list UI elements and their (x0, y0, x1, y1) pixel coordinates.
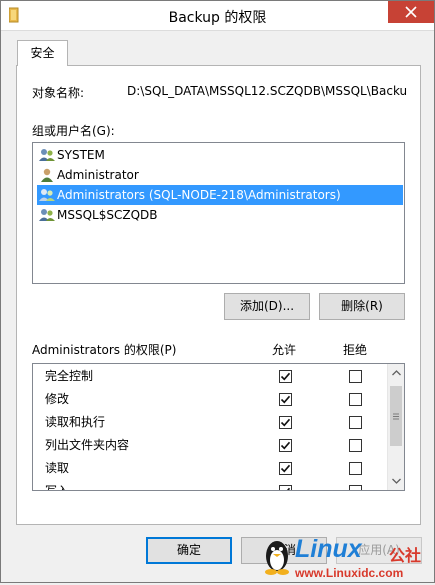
deny-checkbox[interactable] (349, 393, 362, 406)
watermark-url: www.Linuxidc.com (295, 566, 404, 580)
deny-checkbox[interactable] (349, 370, 362, 383)
allow-checkbox[interactable] (279, 416, 292, 429)
list-item-selected[interactable]: Administrators (SQL-NODE-218\Administrat… (37, 185, 403, 205)
user-icon (41, 168, 53, 182)
user-group-icon (39, 149, 55, 161)
title-bar[interactable]: Backup 的权限 (1, 1, 434, 31)
list-item[interactable]: Administrator (37, 165, 403, 185)
permission-row: 修改 (33, 388, 387, 411)
permission-row: 读取和执行 (33, 411, 387, 434)
deny-checkbox[interactable] (349, 416, 362, 429)
user-group-icon (39, 209, 55, 221)
permission-name: 写入 (45, 484, 70, 491)
permissions-list: 完全控制 修改 读取和执行 列出文件夹内容 读取 写入 (32, 363, 405, 491)
permission-name: 修改 (45, 392, 70, 406)
permissions-label: Administrators 的权限(P) (32, 343, 177, 357)
watermark-brand: Linux (295, 535, 362, 563)
scroll-thumb[interactable] (390, 386, 402, 446)
user-group-icon (39, 189, 55, 201)
permission-row: 读取 (33, 457, 387, 480)
allow-checkbox[interactable] (279, 485, 292, 490)
watermark-logo: Linux 公社 www.Linuxidc.com (259, 534, 434, 582)
permission-name: 读取 (45, 461, 70, 475)
list-item[interactable]: MSSQL$SCZQDB (37, 205, 403, 225)
list-item-label: SYSTEM (57, 148, 105, 162)
object-name-label: 对象名称: (32, 86, 85, 100)
permission-name: 完全控制 (45, 369, 94, 383)
scroll-up-icon[interactable] (388, 364, 404, 381)
close-button[interactable] (388, 1, 434, 23)
permissions-scrollbar[interactable] (387, 364, 404, 490)
permission-name: 列出文件夹内容 (45, 438, 130, 452)
object-name-value: D:\SQL_DATA\MSSQL12.SCZQDB\MSSQL\Backup (127, 84, 407, 98)
scroll-down-icon[interactable] (388, 472, 404, 489)
allow-header: 允许 (272, 343, 297, 357)
list-item-label: Administrators (SQL-NODE-218\Administrat… (57, 188, 341, 202)
allow-checkbox[interactable] (279, 370, 292, 383)
list-item-label: Administrator (57, 168, 139, 182)
grip-icon (393, 413, 399, 419)
remove-button[interactable]: 删除(R) (319, 293, 405, 320)
deny-header: 拒绝 (343, 343, 368, 357)
permission-row: 写入 (33, 480, 387, 491)
permission-row: 列出文件夹内容 (33, 434, 387, 457)
close-icon (405, 6, 417, 18)
permissions-dialog: Backup 的权限 安全 对象名称: D:\SQL_DATA\MSSQL12.… (0, 0, 435, 583)
tab-security[interactable]: 安全 (17, 40, 68, 66)
deny-checkbox[interactable] (349, 462, 362, 475)
allow-checkbox[interactable] (279, 393, 292, 406)
allow-checkbox[interactable] (279, 462, 292, 475)
window-title: Backup 的权限 (168, 10, 267, 26)
list-item[interactable]: SYSTEM (37, 145, 403, 165)
deny-checkbox[interactable] (349, 439, 362, 452)
groups-label: 组或用户名(G): (32, 124, 115, 138)
list-item-label: MSSQL$SCZQDB (57, 208, 158, 222)
watermark-suffix: 公社 (389, 548, 422, 565)
groups-listbox[interactable]: SYSTEM Administrator Administrators (SQL… (32, 142, 405, 284)
permission-name: 读取和执行 (45, 415, 106, 429)
ok-button[interactable]: 确定 (146, 537, 232, 564)
allow-checkbox[interactable] (279, 439, 292, 452)
deny-checkbox[interactable] (349, 485, 362, 490)
add-button[interactable]: 添加(D)... (224, 293, 310, 320)
permission-row: 完全控制 (33, 365, 387, 388)
